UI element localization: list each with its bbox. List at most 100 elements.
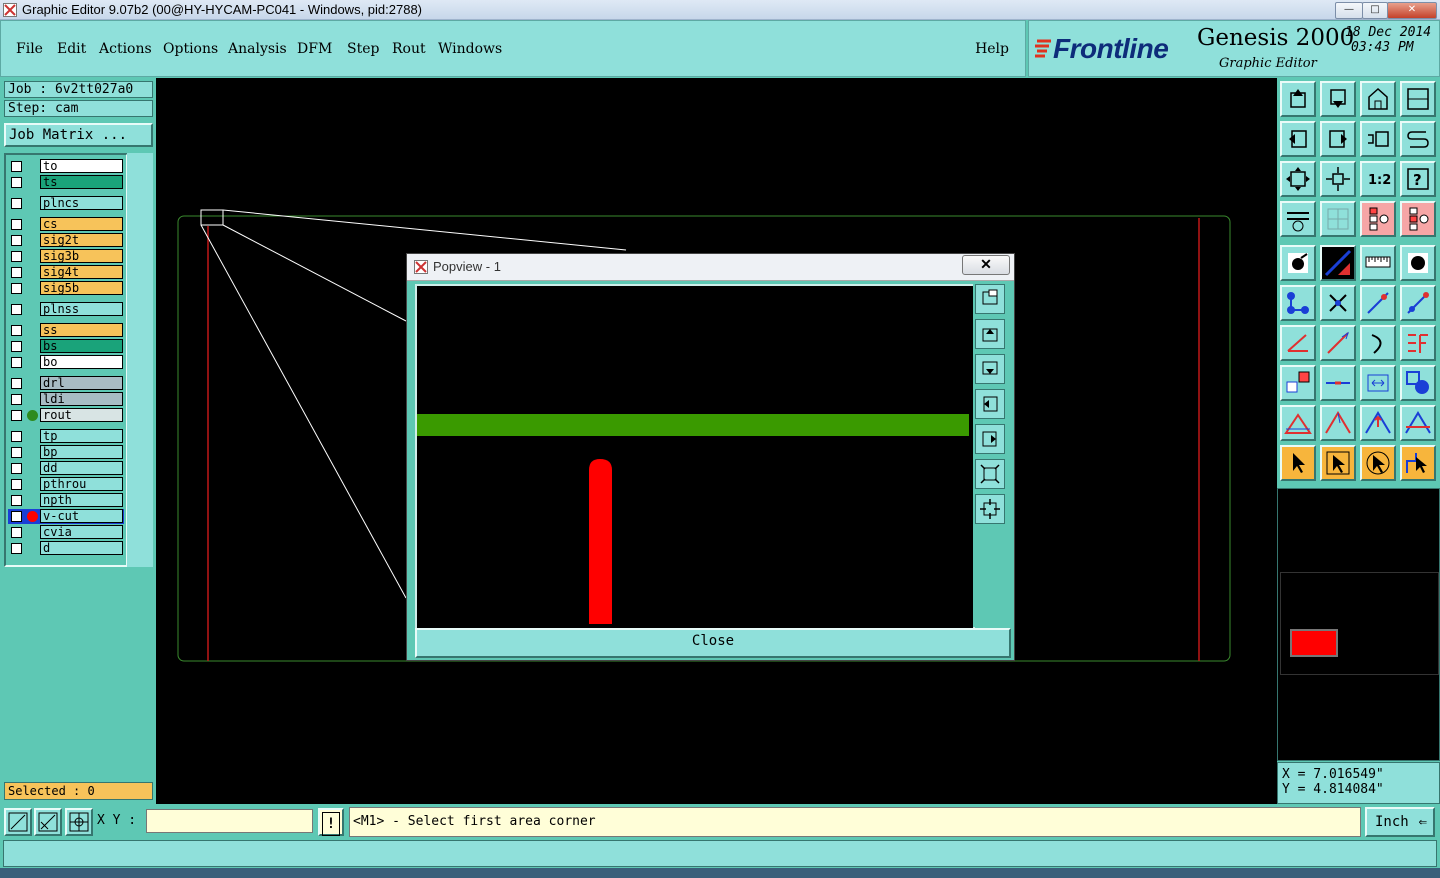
- layer-checkbox[interactable]: [11, 161, 22, 172]
- slant-line-icon[interactable]: [1320, 325, 1356, 361]
- layer-row-sig5b[interactable]: sig5b: [8, 281, 124, 296]
- layer-checkbox[interactable]: [11, 543, 22, 554]
- layer-name[interactable]: bo: [40, 355, 123, 369]
- popview-pan-down-icon[interactable]: [975, 354, 1005, 384]
- pan-left-icon[interactable]: [1280, 121, 1316, 157]
- layer-checkbox[interactable]: [11, 431, 22, 442]
- layer-row-pthrou[interactable]: pthrou: [8, 477, 124, 492]
- layer-name[interactable]: plnss: [40, 302, 123, 316]
- copy-icon[interactable]: [1280, 365, 1316, 401]
- layer-row-cs[interactable]: cs: [8, 217, 124, 232]
- layer-row-dd[interactable]: dd: [8, 461, 124, 476]
- transform-icon[interactable]: [1400, 365, 1436, 401]
- layers-on-icon[interactable]: [1360, 201, 1396, 237]
- job-matrix-button[interactable]: Job Matrix ...: [4, 123, 153, 147]
- layer-name[interactable]: to: [40, 159, 123, 173]
- zoom-1-2-icon[interactable]: 1:2: [1360, 161, 1396, 197]
- menu-analysis[interactable]: Analysis: [228, 41, 287, 57]
- popview-pan-left-icon[interactable]: [975, 389, 1005, 419]
- layer-row-bp[interactable]: bp: [8, 445, 124, 460]
- layer-checkbox[interactable]: [11, 198, 22, 209]
- undo-zoom-icon[interactable]: [1360, 121, 1396, 157]
- offset-icon[interactable]: [1400, 325, 1436, 361]
- layer-name[interactable]: cvia: [40, 525, 123, 539]
- triangle-arrow-icon[interactable]: [1360, 405, 1396, 441]
- layer-name[interactable]: drl: [40, 376, 123, 390]
- home-icon[interactable]: [1360, 81, 1396, 117]
- menu-dfm[interactable]: DFM: [297, 41, 332, 57]
- layer-name[interactable]: pthrou: [40, 477, 123, 491]
- layer-row-d[interactable]: d: [8, 541, 124, 556]
- layer-list-scrollbar[interactable]: [127, 153, 153, 567]
- layer-checkbox[interactable]: [11, 511, 22, 522]
- pointer-path-icon[interactable]: [1400, 445, 1436, 481]
- layer-name[interactable]: sig3b: [40, 249, 123, 263]
- layer-checkbox[interactable]: [11, 357, 22, 368]
- angle-icon[interactable]: [1280, 325, 1316, 361]
- menu-windows[interactable]: Windows: [438, 41, 502, 57]
- menu-file[interactable]: File: [16, 41, 43, 57]
- layer-row-to[interactable]: to: [8, 159, 124, 174]
- pointer-box-icon[interactable]: [1320, 445, 1356, 481]
- move-down-icon[interactable]: [1320, 81, 1356, 117]
- pointer-circle-icon[interactable]: [1360, 445, 1396, 481]
- move-up-icon[interactable]: [1280, 81, 1316, 117]
- unit-selector[interactable]: Inch ⇐: [1365, 807, 1435, 837]
- layer-name[interactable]: dd: [40, 461, 123, 475]
- layer-name[interactable]: bp: [40, 445, 123, 459]
- menu-step[interactable]: Step: [347, 41, 379, 57]
- layer-row-ldi[interactable]: ldi: [8, 392, 124, 407]
- zoom-profile-icon[interactable]: [1320, 161, 1356, 197]
- layer-row-sig4t[interactable]: sig4t: [8, 265, 124, 280]
- connect-nodes-icon[interactable]: [1280, 285, 1316, 321]
- line-color-icon[interactable]: [1320, 245, 1356, 281]
- layer-name[interactable]: cs: [40, 217, 123, 231]
- layer-name[interactable]: sig5b: [40, 281, 123, 295]
- layer-checkbox[interactable]: [11, 527, 22, 538]
- alert-icon[interactable]: !: [318, 808, 344, 836]
- layer-name[interactable]: sig4t: [40, 265, 123, 279]
- maximize-button[interactable]: □: [1362, 2, 1388, 19]
- popview-zoom-out-icon[interactable]: [975, 494, 1005, 524]
- resize-icon[interactable]: [1360, 365, 1396, 401]
- layer-name[interactable]: tp: [40, 429, 123, 443]
- menu-help[interactable]: Help: [975, 41, 1009, 57]
- triangle-flat-icon[interactable]: [1280, 405, 1316, 441]
- pan-right-icon[interactable]: [1320, 121, 1356, 157]
- layer-checkbox[interactable]: [11, 304, 22, 315]
- menu-rout[interactable]: Rout: [392, 41, 426, 57]
- layer-row-rout[interactable]: rout: [8, 408, 124, 423]
- layer-name[interactable]: rout: [40, 408, 123, 422]
- layer-checkbox[interactable]: [11, 447, 22, 458]
- snap-grid-icon[interactable]: [65, 808, 93, 836]
- layer-checkbox[interactable]: [11, 267, 22, 278]
- snap-mode-icon[interactable]: [4, 808, 32, 836]
- cross-icon[interactable]: [1320, 285, 1356, 321]
- ruler-icon[interactable]: [1360, 245, 1396, 281]
- layer-checkbox[interactable]: [11, 283, 22, 294]
- layer-checkbox[interactable]: [11, 341, 22, 352]
- layer-row-bs[interactable]: bs: [8, 339, 124, 354]
- layer-row-tp[interactable]: tp: [8, 429, 124, 444]
- layer-row-v-cut[interactable]: v-cut: [8, 509, 124, 524]
- arc-icon[interactable]: [1360, 325, 1396, 361]
- layer-row-sig3b[interactable]: sig3b: [8, 249, 124, 264]
- layer-row-plnss[interactable]: plnss: [8, 302, 124, 317]
- menu-options[interactable]: Options: [163, 41, 218, 57]
- pad-icon[interactable]: [1400, 245, 1436, 281]
- menu-actions[interactable]: Actions: [99, 41, 152, 57]
- zoom-fit-icon[interactable]: [1280, 161, 1316, 197]
- layer-name[interactable]: ldi: [40, 392, 123, 406]
- layer-checkbox[interactable]: [11, 251, 22, 262]
- grid-icon[interactable]: [1320, 201, 1356, 237]
- xy-input[interactable]: [146, 809, 313, 833]
- layer-name[interactable]: bs: [40, 339, 123, 353]
- layer-checkbox[interactable]: [11, 495, 22, 506]
- popview-zoom-icon[interactable]: [975, 284, 1005, 314]
- layer-row-ts[interactable]: ts: [8, 175, 124, 190]
- line-add-icon[interactable]: [1400, 285, 1436, 321]
- layer-checkbox[interactable]: [11, 235, 22, 246]
- layer-row-npth[interactable]: npth: [8, 493, 124, 508]
- layer-row-plncs[interactable]: plncs: [8, 196, 124, 211]
- layer-row-drl[interactable]: drl: [8, 376, 124, 391]
